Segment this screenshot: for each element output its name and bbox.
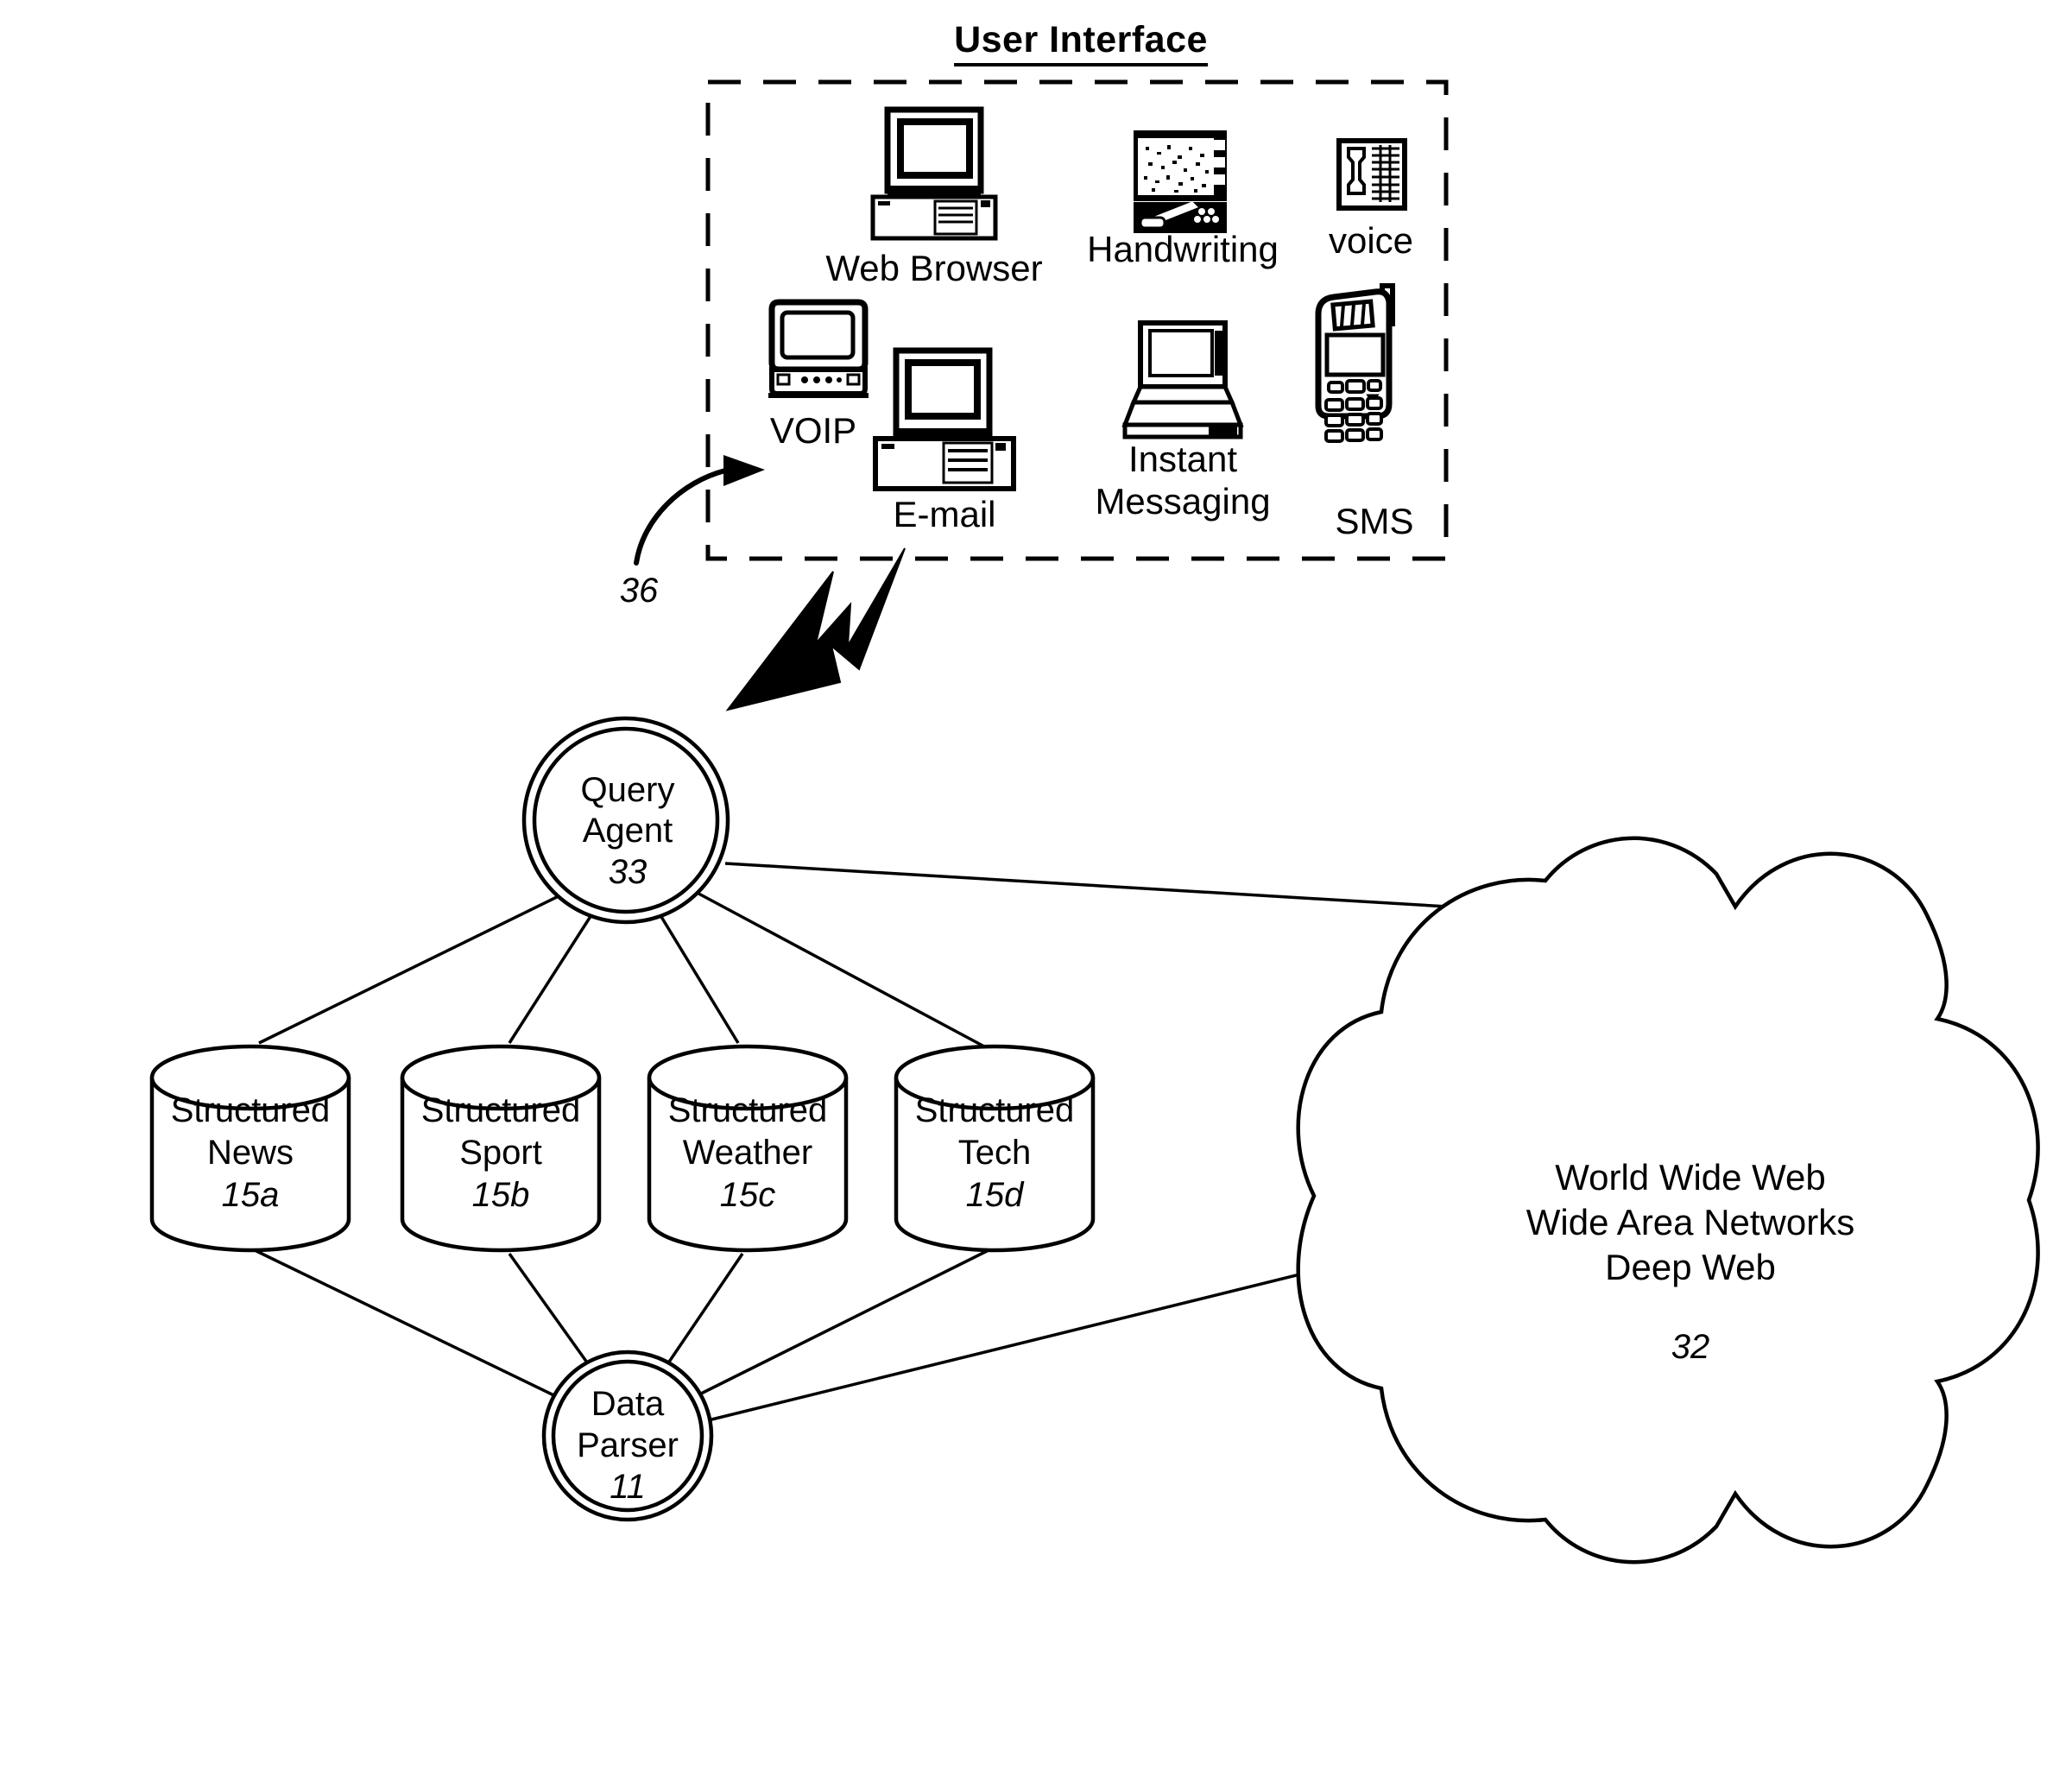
page-title: User Interface [954, 19, 1208, 67]
query-agent-ref: 33 [608, 853, 648, 891]
icon-label-voip: VOIP [769, 410, 857, 451]
cloud-label-line2: Wide Area Networks [1526, 1202, 1855, 1242]
tablet-handwriting-icon [1134, 130, 1227, 233]
laptop-icon [1121, 320, 1244, 439]
icon-label-instant-messaging-line1: Instant [1128, 439, 1238, 479]
www-cloud-shape [1296, 836, 2040, 1565]
database-ref: 15b [471, 1176, 530, 1214]
query-agent-label-line2: Agent [582, 812, 673, 850]
database-label-line1: Structured [667, 1091, 828, 1129]
telephone-icon [1336, 138, 1407, 211]
icon-label-sms: SMS [1335, 501, 1414, 541]
database-label-line2: Sport [459, 1134, 542, 1172]
patent-figure: User Interface Web Browser Handwriting v… [0, 0, 2072, 1789]
mobile-phone-icon [1315, 283, 1395, 443]
callout-ref-36: 36 [619, 572, 659, 610]
database-ref: 15a [221, 1176, 280, 1214]
database-ref: 15d [965, 1176, 1024, 1214]
cloud-ref: 32 [1671, 1328, 1710, 1366]
database-label-line2: Weather [682, 1134, 813, 1172]
cloud-label-line3: Deep Web [1605, 1247, 1776, 1287]
data-parser-label-line1: Data [591, 1385, 665, 1423]
database-label-line2: News [206, 1134, 294, 1172]
icon-label-web-browser: Web Browser [825, 248, 1043, 288]
crt-monitor-icon [768, 299, 869, 398]
data-parser-ref: 11 [610, 1468, 646, 1506]
query-agent-label-line1: Query [580, 771, 675, 809]
cloud-label-line1: World Wide Web [1555, 1157, 1826, 1198]
database-ref: 15c [719, 1176, 776, 1214]
database-label-line1: Structured [914, 1091, 1075, 1129]
icon-label-instant-messaging-line2: Messaging [1095, 481, 1271, 522]
desktop-computer-icon [873, 347, 1016, 491]
database-label-line2: Tech [957, 1134, 1032, 1172]
icon-label-voice: voice [1328, 220, 1414, 261]
callout-36-leader [634, 468, 728, 566]
desktop-computer-icon [870, 106, 998, 241]
lightning-bolt-connector [725, 547, 906, 711]
database-label-line1: Structured [170, 1091, 331, 1129]
database-label-line1: Structured [420, 1091, 581, 1129]
icon-label-email: E-mail [893, 494, 996, 534]
data-parser-label-line2: Parser [577, 1426, 679, 1464]
callout-36-arrowhead [723, 455, 765, 486]
icon-label-handwriting: Handwriting [1087, 229, 1279, 269]
